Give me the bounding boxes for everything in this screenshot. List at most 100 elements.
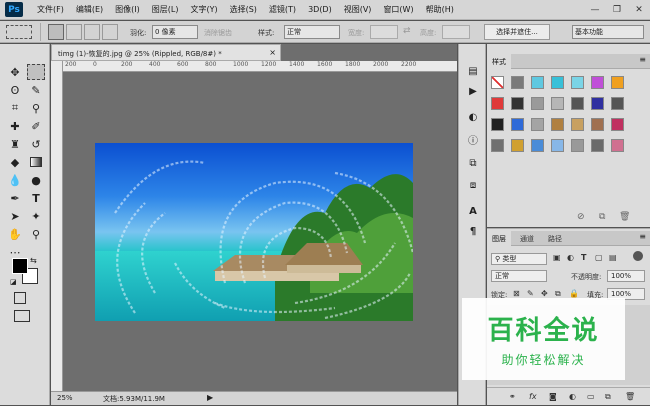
- shape-tool-icon[interactable]: ✦: [27, 208, 45, 224]
- style-swatch[interactable]: [511, 139, 524, 152]
- style-swatch[interactable]: [511, 76, 524, 89]
- new-selection-icon[interactable]: [48, 24, 64, 40]
- panel-menu-icon[interactable]: ≡: [639, 55, 646, 64]
- antialias-checkbox[interactable]: 消除锯齿: [204, 28, 232, 38]
- layer-style-icon[interactable]: fx: [529, 392, 537, 401]
- history-brush-icon[interactable]: ↺: [27, 136, 45, 152]
- default-colors-icon[interactable]: ◪: [10, 278, 17, 286]
- lock-position-icon[interactable]: ✥: [541, 289, 548, 298]
- restore-button[interactable]: ❐: [606, 2, 628, 18]
- style-swatch[interactable]: [611, 97, 624, 110]
- status-menu-icon[interactable]: ▶: [207, 393, 213, 402]
- new-style-icon[interactable]: ⧉: [599, 212, 605, 222]
- quick-select-tool-icon[interactable]: ✎: [27, 82, 45, 98]
- document-tab[interactable]: timg (1)-恢复的.jpg @ 25% (Rippled, RGB/8#)…: [51, 44, 281, 61]
- eyedropper-tool-icon[interactable]: ⚲: [27, 100, 45, 116]
- style-swatch[interactable]: [531, 97, 544, 110]
- shape-filter-icon[interactable]: ▢: [595, 253, 603, 262]
- menu-edit[interactable]: 编辑(E): [70, 4, 109, 15]
- foreground-color-swatch[interactable]: [12, 258, 28, 274]
- crop-tool-icon[interactable]: ⌗: [6, 100, 24, 116]
- blend-mode-select[interactable]: 正常: [491, 270, 547, 282]
- zoom-level[interactable]: 25%: [57, 394, 73, 402]
- tab-styles[interactable]: 样式: [487, 54, 511, 69]
- adjustments-panel-icon[interactable]: ◐: [464, 108, 482, 126]
- marquee-preset-icon[interactable]: [6, 25, 32, 39]
- lasso-tool-icon[interactable]: ʘ: [6, 82, 24, 98]
- paragraph-panel-icon[interactable]: ¶: [464, 222, 482, 240]
- menu-image[interactable]: 图像(I): [109, 4, 146, 15]
- style-swatch[interactable]: [511, 97, 524, 110]
- style-swatch[interactable]: [511, 118, 524, 131]
- pen-tool-icon[interactable]: ✒: [6, 190, 24, 206]
- tab-paths[interactable]: 路径: [543, 231, 567, 246]
- menu-view[interactable]: 视图(V): [338, 4, 378, 15]
- screen-mode-icon[interactable]: [14, 310, 30, 322]
- style-swatch[interactable]: [531, 76, 544, 89]
- actions-panel-icon[interactable]: ▶: [464, 82, 482, 100]
- menu-window[interactable]: 窗口(W): [377, 4, 419, 15]
- delete-style-icon[interactable]: 🗑: [619, 212, 630, 222]
- history-panel-icon[interactable]: ▤: [464, 62, 482, 80]
- layer-mask-icon[interactable]: ◙: [549, 392, 557, 401]
- style-swatch[interactable]: [571, 118, 584, 131]
- subtract-selection-icon[interactable]: [84, 24, 100, 40]
- gradient-tool-icon[interactable]: [27, 154, 45, 170]
- minimize-button[interactable]: —: [584, 2, 606, 18]
- path-select-icon[interactable]: ➤: [6, 208, 24, 224]
- pixel-filter-icon[interactable]: ▣: [553, 253, 561, 262]
- swap-colors-icon[interactable]: ⇆: [30, 256, 37, 265]
- style-swatch[interactable]: [551, 118, 564, 131]
- menu-filter[interactable]: 滤镜(T): [263, 4, 302, 15]
- select-and-mask-button[interactable]: 选择并遮住...: [484, 24, 550, 40]
- menu-3d[interactable]: 3D(D): [302, 5, 338, 14]
- style-swatch[interactable]: [591, 76, 604, 89]
- menu-type[interactable]: 文字(Y): [184, 4, 223, 15]
- style-swatch[interactable]: [611, 139, 624, 152]
- menu-layer[interactable]: 图层(L): [146, 4, 185, 15]
- healing-brush-icon[interactable]: ✚: [6, 118, 24, 134]
- type-tool-icon[interactable]: T: [27, 190, 45, 206]
- style-swatch[interactable]: [491, 76, 504, 89]
- layer-kind-filter[interactable]: ⚲ 类型: [491, 253, 547, 265]
- opacity-input[interactable]: 100%: [607, 270, 645, 282]
- clear-style-icon[interactable]: ⊘: [577, 212, 585, 222]
- info-panel-icon[interactable]: ⓘ: [464, 130, 482, 148]
- menu-select[interactable]: 选择(S): [224, 4, 263, 15]
- swap-icon[interactable]: ⇄: [403, 26, 411, 36]
- delete-layer-icon[interactable]: 🗑: [625, 392, 635, 401]
- add-to-selection-icon[interactable]: [66, 24, 82, 40]
- adjustment-layer-icon[interactable]: ◐: [569, 392, 576, 401]
- smart-object-filter-icon[interactable]: ▤: [609, 253, 617, 262]
- style-swatch[interactable]: [491, 97, 504, 110]
- close-document-icon[interactable]: ×: [269, 48, 276, 57]
- menu-help[interactable]: 帮助(H): [420, 4, 460, 15]
- style-swatch[interactable]: [531, 139, 544, 152]
- move-tool-icon[interactable]: ✥: [6, 64, 24, 80]
- filter-toggle-icon[interactable]: [633, 251, 643, 261]
- image-canvas[interactable]: [95, 143, 413, 321]
- link-layers-icon[interactable]: ⚭: [509, 392, 516, 401]
- marquee-tool-icon[interactable]: [27, 64, 45, 80]
- style-swatch[interactable]: [571, 76, 584, 89]
- tab-channels[interactable]: 通道: [515, 231, 539, 246]
- style-swatch[interactable]: [591, 97, 604, 110]
- style-swatch[interactable]: [491, 139, 504, 152]
- feather-input[interactable]: 0 像素: [152, 25, 198, 39]
- lock-transparent-icon[interactable]: ⊠: [513, 289, 520, 298]
- menu-file[interactable]: 文件(F): [31, 4, 70, 15]
- style-swatch[interactable]: [611, 118, 624, 131]
- new-layer-icon[interactable]: ⧉: [605, 392, 611, 402]
- workspace-select[interactable]: 基本功能: [572, 25, 644, 39]
- clone-source-icon[interactable]: ⧉: [464, 154, 482, 172]
- close-window-button[interactable]: ✕: [628, 2, 650, 18]
- brush-tool-icon[interactable]: ✐: [27, 118, 45, 134]
- style-swatch[interactable]: [531, 118, 544, 131]
- layers-menu-icon[interactable]: ≡: [639, 232, 646, 241]
- style-select[interactable]: 正常: [284, 25, 340, 39]
- style-swatch[interactable]: [571, 139, 584, 152]
- lock-pixels-icon[interactable]: ✎: [527, 289, 534, 298]
- width-input[interactable]: [370, 25, 398, 39]
- blur-tool-icon[interactable]: 💧: [6, 172, 24, 188]
- hand-tool-icon[interactable]: ✋: [6, 226, 24, 242]
